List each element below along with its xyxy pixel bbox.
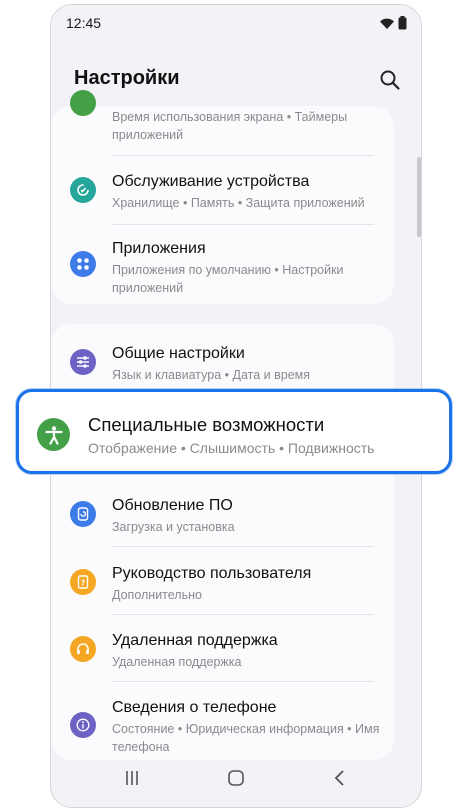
settings-group-1: Время использования экрана • Таймеры при… xyxy=(51,90,394,304)
recent-apps-icon[interactable] xyxy=(125,770,139,786)
list-item-accessibility[interactable]: Специальные возможности Отображение • Сл… xyxy=(16,389,452,474)
item-title: Обновление ПО xyxy=(112,497,233,514)
navigation-bar xyxy=(51,752,421,807)
search-icon[interactable] xyxy=(379,69,401,91)
svg-text:?: ? xyxy=(81,579,86,588)
list-item-apps[interactable]: Приложения Приложения по умолчанию • Нас… xyxy=(51,232,394,298)
list-item-about-phone[interactable]: Сведения о телефоне Состояние • Юридичес… xyxy=(51,691,394,757)
divider xyxy=(112,614,374,615)
item-subtitle: Загрузка и установка xyxy=(112,520,235,534)
headset-icon xyxy=(70,636,96,662)
list-item-device-care[interactable]: Обслуживание устройства Хранилище • Памя… xyxy=(51,165,394,231)
divider xyxy=(112,224,374,225)
divider xyxy=(112,155,374,156)
item-title: Удаленная поддержка xyxy=(112,632,278,649)
user-manual-icon: ? xyxy=(70,569,96,595)
list-item-digital-wellbeing[interactable]: Время использования экрана • Таймеры при… xyxy=(51,90,394,148)
item-subtitle: Состояние • Юридическая информация • Имя… xyxy=(112,722,380,754)
sliders-icon xyxy=(70,349,96,375)
status-bar: 12:45 xyxy=(63,15,409,35)
back-icon[interactable] xyxy=(334,770,346,786)
item-title: Сведения о телефоне xyxy=(112,699,277,716)
divider xyxy=(112,546,374,547)
scrollbar[interactable] xyxy=(417,157,421,237)
item-title: Общие настройки xyxy=(112,345,245,362)
wifi-icon xyxy=(380,18,394,29)
digital-wellbeing-icon xyxy=(70,90,96,116)
status-time: 12:45 xyxy=(66,15,102,31)
page-title: Настройки xyxy=(74,67,180,89)
divider xyxy=(112,681,374,682)
item-title: Специальные возможности xyxy=(88,414,325,435)
item-subtitle: Отображение • Слышимость • Подвижность xyxy=(88,440,375,456)
item-subtitle: Удаленная поддержка xyxy=(112,655,242,669)
info-icon xyxy=(70,712,96,738)
device-care-icon xyxy=(70,177,96,203)
accessibility-icon xyxy=(37,418,70,451)
item-subtitle: Приложения по умолчанию • Настройки прил… xyxy=(112,263,344,295)
battery-icon xyxy=(398,16,407,30)
home-icon[interactable] xyxy=(228,770,244,786)
software-update-icon xyxy=(70,501,96,527)
item-subtitle: Хранилище • Память • Защита приложений xyxy=(112,196,365,210)
item-title: Приложения xyxy=(112,240,206,257)
item-title: Обслуживание устройства xyxy=(112,173,310,190)
item-subtitle: Дополнительно xyxy=(112,588,202,602)
item-subtitle: Время использования экрана • Таймеры при… xyxy=(112,110,348,142)
item-subtitle: Язык и клавиатура • Дата и время xyxy=(112,368,311,382)
apps-icon xyxy=(70,251,96,277)
item-title: Руководство пользователя xyxy=(112,565,312,582)
